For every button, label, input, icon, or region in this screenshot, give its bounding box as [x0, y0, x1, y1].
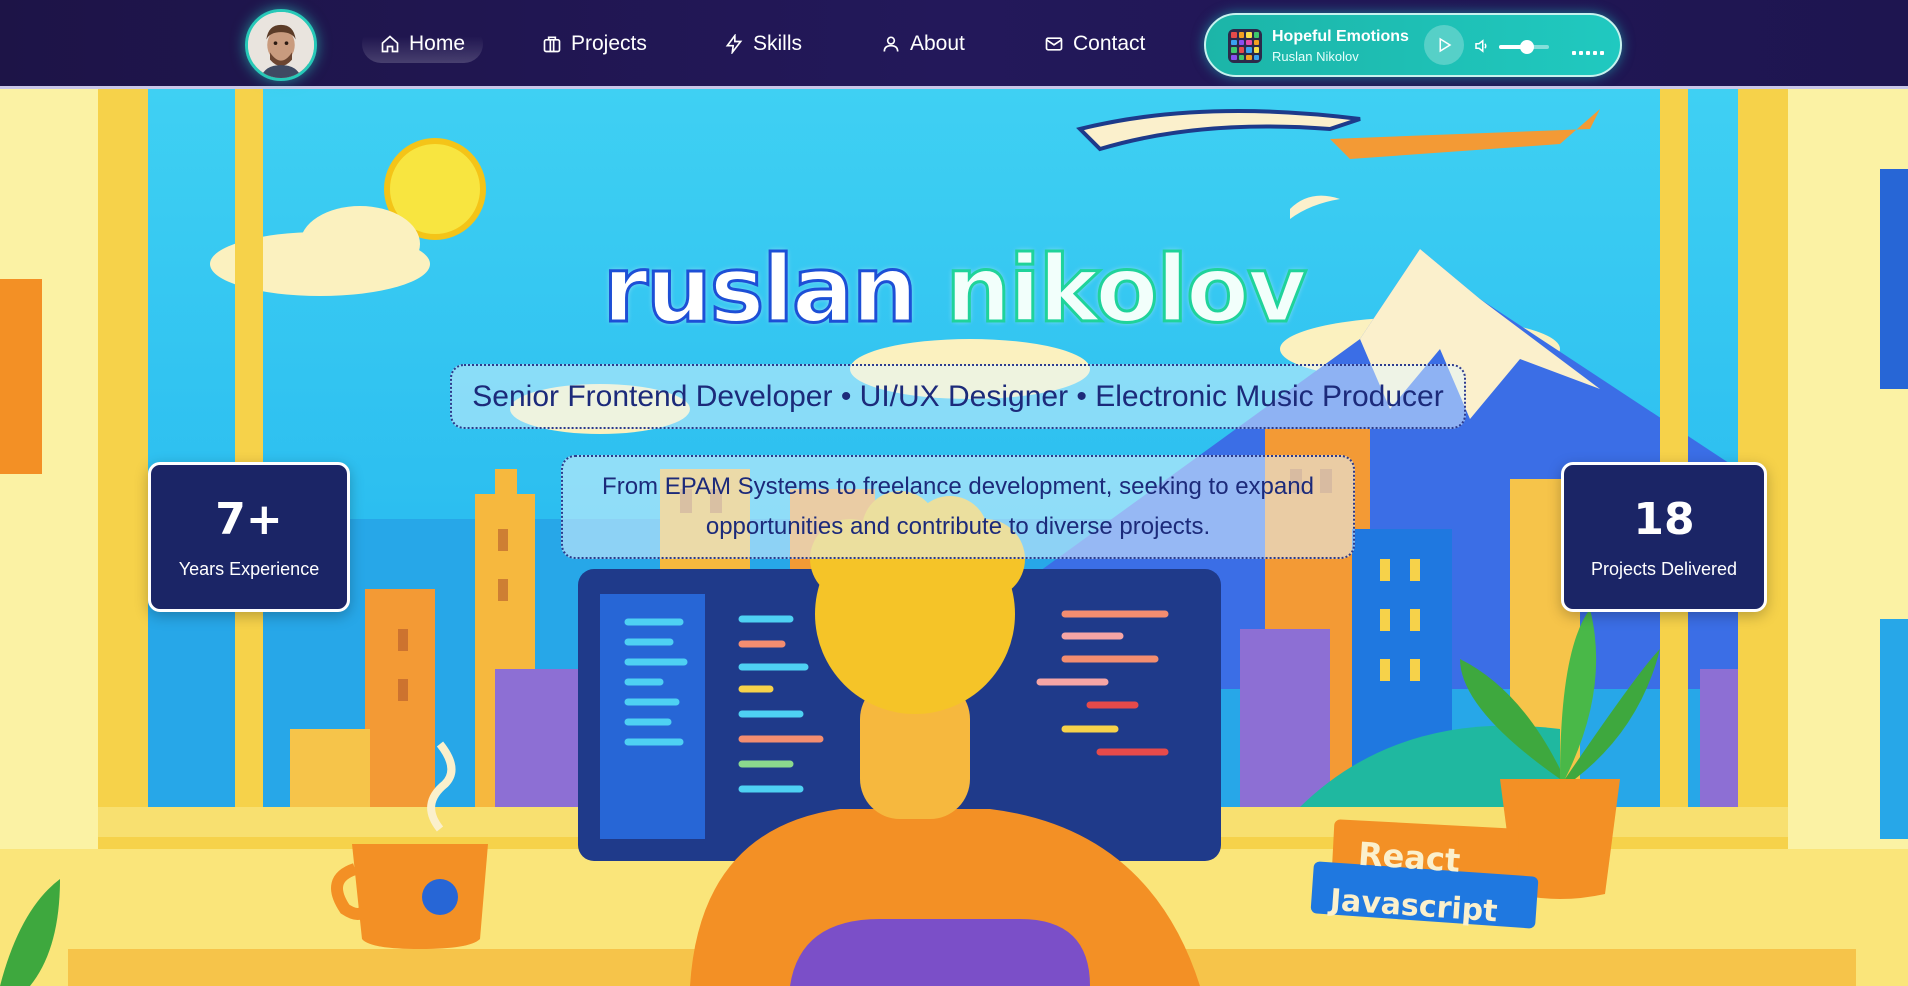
nav-skills-label: Skills [753, 32, 803, 55]
play-icon [1439, 37, 1452, 53]
play-button[interactable] [1424, 25, 1464, 65]
avatar-image [248, 12, 314, 78]
nav-contact[interactable]: Contact [1044, 25, 1145, 63]
hero-section: React Javascript ruslan nikolov Senior F… [0, 89, 1908, 986]
track-artist: Ruslan Nikolov [1272, 49, 1359, 64]
nav-about[interactable]: About [881, 25, 965, 63]
book-react-label: React [1357, 835, 1462, 880]
nav-projects-label: Projects [571, 32, 647, 55]
stat-label: Years Experience [178, 559, 320, 579]
volume-icon[interactable] [1473, 37, 1491, 55]
stat-value: 7+ [215, 494, 283, 545]
avatar[interactable] [245, 9, 317, 81]
nav-home-label: Home [409, 32, 466, 55]
hero-tagline: From EPAM Systems to freelance developme… [561, 455, 1355, 559]
equalizer-icon [1572, 51, 1604, 55]
nav-about-label: About [910, 32, 965, 55]
nav-projects[interactable]: Projects [542, 25, 647, 63]
mail-icon [1045, 37, 1063, 51]
hero-name-last: nikolov [944, 235, 1309, 345]
hero-name: ruslan nikolov [0, 235, 1908, 345]
top-navigation: Home Projects Skills About Contact Hopef… [0, 0, 1908, 89]
briefcase-icon [543, 36, 561, 53]
album-art [1228, 29, 1262, 63]
home-icon [381, 35, 399, 53]
nav-contact-label: Contact [1073, 32, 1146, 55]
track-title: Hopeful Emotions [1272, 28, 1409, 45]
stat-value: 18 [1633, 494, 1695, 545]
hero-name-first: ruslan [601, 235, 919, 345]
user-icon [883, 36, 899, 52]
lightning-icon [725, 34, 743, 54]
nav-skills[interactable]: Skills [724, 25, 802, 63]
hero-subtitle: Senior Frontend Developer • UI/UX Design… [450, 364, 1466, 429]
nav-home[interactable]: Home [362, 25, 484, 63]
stat-projects-delivered: 18 Projects Delivered [1561, 462, 1767, 612]
stat-years-experience: 7+ Years Experience [148, 462, 350, 612]
volume-slider[interactable] [1499, 40, 1549, 54]
music-player: Hopeful Emotions Ruslan Nikolov [1204, 13, 1622, 77]
volume-knob[interactable] [1519, 40, 1534, 54]
stat-label: Projects Delivered [1590, 559, 1738, 579]
